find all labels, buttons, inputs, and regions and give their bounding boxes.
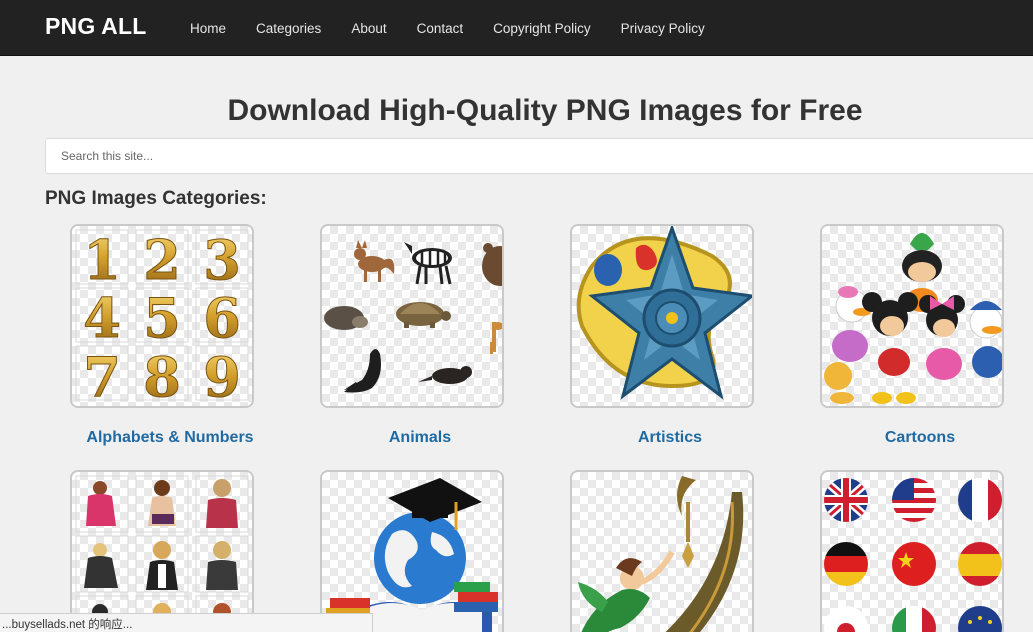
nav-copyright-policy[interactable]: Copyright Policy bbox=[493, 21, 591, 36]
search-box bbox=[45, 138, 1033, 174]
category-label-cartoons[interactable]: Cartoons bbox=[795, 429, 1033, 447]
top-navbar: PNG ALL Home Categories About Contact Co… bbox=[0, 0, 1033, 56]
nav-privacy-policy[interactable]: Privacy Policy bbox=[621, 21, 705, 36]
cartoon-characters-icon bbox=[824, 233, 1002, 404]
category-card-artistics[interactable] bbox=[570, 224, 754, 408]
main-nav: Home Categories About Contact Copyright … bbox=[190, 0, 735, 56]
animals-icon bbox=[324, 240, 502, 393]
gold-numbers-icon: 1 2 3 4 5 6 7 8 9 bbox=[75, 228, 249, 406]
category-card-animals[interactable] bbox=[320, 224, 504, 408]
nav-contact[interactable]: Contact bbox=[417, 21, 464, 36]
category-card-fantasy[interactable] bbox=[570, 470, 754, 632]
category-card-flags[interactable] bbox=[820, 470, 1004, 632]
category-card-celebrities[interactable] bbox=[70, 470, 254, 632]
digit: 2 bbox=[143, 228, 181, 292]
digit: 3 bbox=[203, 228, 241, 292]
categories-heading: PNG Images Categories: bbox=[45, 188, 267, 209]
country-flags-icon bbox=[824, 478, 1002, 632]
digit: 6 bbox=[203, 286, 241, 350]
category-label-artistics[interactable]: Artistics bbox=[545, 429, 795, 447]
page-headline: Download High-Quality PNG Images for Fre… bbox=[227, 94, 863, 127]
category-label-animals[interactable]: Animals bbox=[295, 429, 545, 447]
digit: 9 bbox=[203, 345, 241, 406]
nav-home[interactable]: Home bbox=[190, 21, 226, 36]
search-input[interactable] bbox=[46, 139, 1033, 173]
browser-status-bar: ...buysellads.net 的响应... bbox=[0, 613, 373, 632]
digit: 1 bbox=[83, 228, 121, 292]
digit: 7 bbox=[83, 345, 121, 406]
fairy-moon-icon bbox=[578, 476, 744, 632]
digit: 4 bbox=[83, 286, 121, 350]
category-card-education[interactable] bbox=[320, 470, 504, 632]
digit: 5 bbox=[143, 286, 181, 350]
category-card-cartoons[interactable] bbox=[820, 224, 1004, 408]
star-palette-icon bbox=[576, 226, 752, 400]
globe-graduation-icon bbox=[326, 478, 498, 632]
nav-about[interactable]: About bbox=[351, 21, 386, 36]
celebrities-icon bbox=[75, 475, 249, 632]
nav-categories[interactable]: Categories bbox=[256, 21, 321, 36]
digit: 8 bbox=[143, 345, 181, 406]
site-logo[interactable]: PNG ALL bbox=[45, 13, 147, 40]
category-label-alphabets-numbers[interactable]: Alphabets & Numbers bbox=[45, 429, 295, 447]
category-card-alphabets-numbers[interactable]: 1 2 3 4 5 6 7 8 9 bbox=[70, 224, 254, 408]
